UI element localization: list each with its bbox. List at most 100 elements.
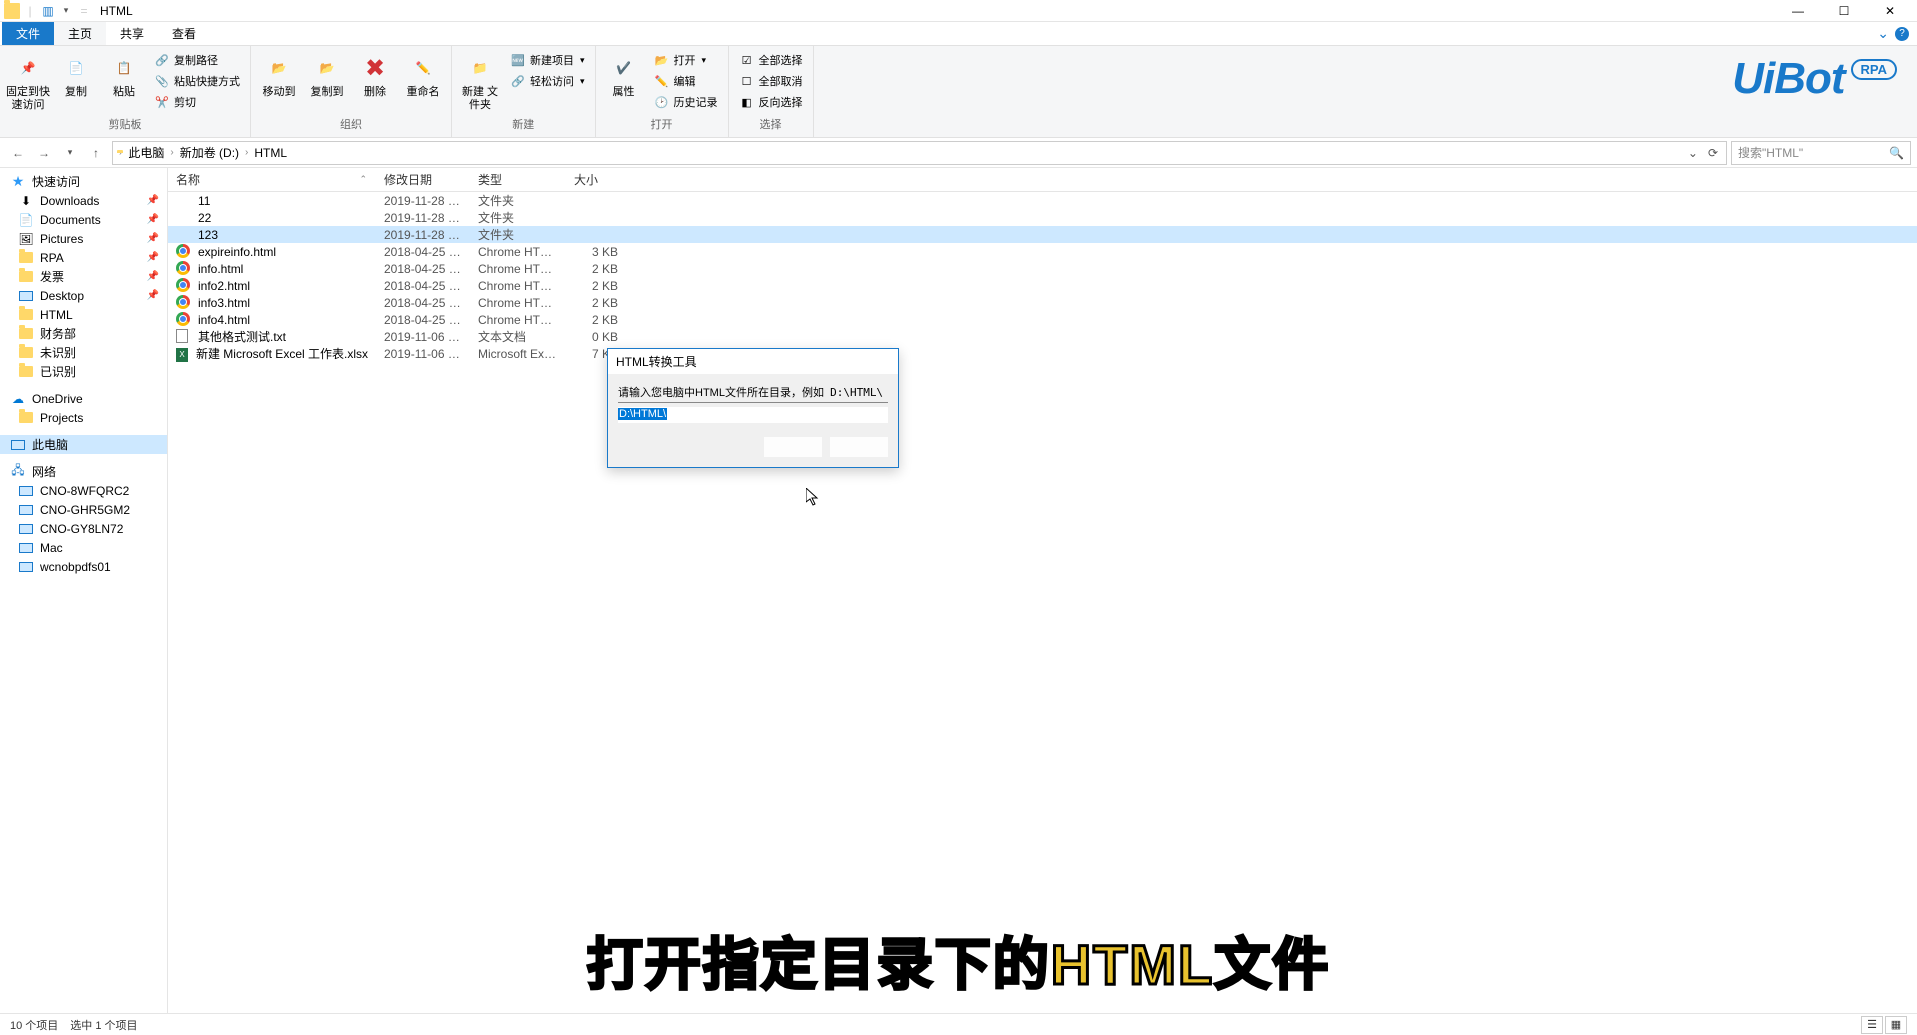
sidebar-item[interactable]: 财务部 bbox=[0, 324, 167, 343]
dialog-input[interactable]: D:\HTML\ bbox=[618, 407, 888, 423]
sidebar-item[interactable]: RPA📌 bbox=[0, 248, 167, 267]
desktop-icon bbox=[18, 288, 34, 304]
invert-selection-button[interactable]: ◧反向选择 bbox=[735, 92, 807, 112]
sidebar-onedrive[interactable]: ☁OneDrive bbox=[0, 389, 167, 408]
chevron-right-icon[interactable]: › bbox=[119, 147, 122, 158]
tab-share[interactable]: 共享 bbox=[106, 22, 158, 45]
pictures-icon: 🖼 bbox=[18, 231, 34, 247]
file-row[interactable]: 其他格式测试.txt2019-11-06 17:10文本文档0 KB bbox=[168, 328, 1917, 345]
sidebar-item[interactable]: CNO-8WFQRC2 bbox=[0, 481, 167, 500]
qat-props-icon[interactable]: ▥ bbox=[40, 3, 56, 19]
file-row[interactable]: 222019-11-28 17:10文件夹 bbox=[168, 209, 1917, 226]
view-icons-button[interactable]: ▦ bbox=[1885, 1016, 1907, 1034]
sidebar-item[interactable]: 发票📌 bbox=[0, 267, 167, 286]
file-row[interactable]: info4.html2018-04-25 15:03Chrome HTML D.… bbox=[168, 311, 1917, 328]
copy-to-button[interactable]: 📂复制到 bbox=[305, 48, 349, 99]
search-input[interactable]: 搜索"HTML" 🔍 bbox=[1731, 141, 1911, 165]
file-row[interactable]: info2.html2018-04-25 15:03Chrome HTML D.… bbox=[168, 277, 1917, 294]
sidebar-item[interactable]: 🖼Pictures📌 bbox=[0, 229, 167, 248]
qat-dropdown-icon[interactable]: ▾ bbox=[58, 3, 74, 19]
sidebar-thispc[interactable]: 此电脑 bbox=[0, 435, 167, 454]
select-none-button[interactable]: ☐全部取消 bbox=[735, 71, 807, 91]
nav-back-button[interactable]: ← bbox=[6, 141, 30, 165]
tab-home[interactable]: 主页 bbox=[54, 22, 106, 45]
sidebar-item[interactable]: CNO-GY8LN72 bbox=[0, 519, 167, 538]
view-details-button[interactable]: ☰ bbox=[1861, 1016, 1883, 1034]
folder-icon bbox=[18, 269, 34, 285]
pin-icon: 📌 bbox=[147, 290, 159, 301]
nav-up-button[interactable]: ↑ bbox=[84, 141, 108, 165]
history-button[interactable]: 🕑历史记录 bbox=[650, 92, 722, 112]
file-icon bbox=[176, 312, 192, 328]
file-icon bbox=[176, 329, 192, 345]
properties-button[interactable]: ✔️属性 bbox=[602, 48, 646, 99]
rename-button[interactable]: ✏️重命名 bbox=[401, 48, 445, 99]
delete-button[interactable]: ✖删除 bbox=[353, 48, 397, 99]
col-date[interactable]: 修改日期 bbox=[376, 168, 470, 191]
breadcrumb[interactable]: › 此电脑 › 新加卷 (D:) › HTML ⌄ ⟳ bbox=[112, 141, 1727, 165]
tab-file[interactable]: 文件 bbox=[2, 22, 54, 45]
move-to-button[interactable]: 📂移动到 bbox=[257, 48, 301, 99]
close-button[interactable]: ✕ bbox=[1867, 0, 1913, 22]
chevron-right-icon[interactable]: › bbox=[245, 147, 248, 158]
pin-quickaccess-button[interactable]: 📌固定到快 速访问 bbox=[6, 48, 50, 112]
file-row[interactable]: 1232019-11-28 17:10文件夹 bbox=[168, 226, 1917, 243]
edit-button[interactable]: ✏️编辑 bbox=[650, 71, 722, 91]
sidebar-item[interactable]: 📄Documents📌 bbox=[0, 210, 167, 229]
folder-icon bbox=[18, 410, 34, 426]
col-size[interactable]: 大小 bbox=[566, 168, 626, 191]
sidebar-item[interactable]: HTML bbox=[0, 305, 167, 324]
sidebar-item[interactable]: Mac bbox=[0, 538, 167, 557]
folder-icon bbox=[18, 364, 34, 380]
breadcrumb-dropdown[interactable]: ⌄ bbox=[1684, 146, 1702, 160]
col-type[interactable]: 类型 bbox=[470, 168, 566, 191]
sidebar-item[interactable]: wcnobpdfs01 bbox=[0, 557, 167, 576]
crumb-folder[interactable]: HTML bbox=[250, 146, 291, 160]
nav-recent-button[interactable]: ▾ bbox=[58, 141, 82, 165]
folder-icon bbox=[18, 345, 34, 361]
cut-button[interactable]: ✂️剪切 bbox=[150, 92, 244, 112]
sidebar-item[interactable]: ⬇Downloads📌 bbox=[0, 191, 167, 210]
sidebar-item[interactable]: CNO-GHR5GM2 bbox=[0, 500, 167, 519]
dialog-cancel-button[interactable] bbox=[830, 437, 888, 457]
col-name[interactable]: 名称⌃ bbox=[168, 168, 376, 191]
minimize-button[interactable]: — bbox=[1775, 0, 1821, 22]
crumb-thispc[interactable]: 此电脑 bbox=[124, 144, 168, 161]
crumb-volume[interactable]: 新加卷 (D:) bbox=[176, 144, 243, 161]
ribbon-help[interactable]: ⌄? bbox=[1877, 22, 1909, 45]
group-clipboard-label: 剪贴板 bbox=[6, 116, 244, 135]
file-row[interactable]: info3.html2018-04-25 15:03Chrome HTML D.… bbox=[168, 294, 1917, 311]
maximize-button[interactable]: ☐ bbox=[1821, 0, 1867, 22]
sidebar-item[interactable]: Desktop📌 bbox=[0, 286, 167, 305]
new-item-button[interactable]: 🆕新建项目▾ bbox=[506, 50, 589, 70]
tab-view[interactable]: 查看 bbox=[158, 22, 210, 45]
easy-access-button[interactable]: 🔗轻松访问▾ bbox=[506, 71, 589, 91]
dialog-ok-button[interactable] bbox=[764, 437, 822, 457]
select-all-button[interactable]: ☑全部选择 bbox=[735, 50, 807, 70]
paste-shortcut-button[interactable]: 📎粘贴快捷方式 bbox=[150, 71, 244, 91]
file-row[interactable]: info.html2018-04-25 15:03Chrome HTML D..… bbox=[168, 260, 1917, 277]
sidebar: ★快速访问 ⬇Downloads📌📄Documents📌🖼Pictures📌RP… bbox=[0, 168, 168, 1013]
sidebar-item[interactable]: 未识别 bbox=[0, 343, 167, 362]
download-icon: ⬇ bbox=[18, 193, 34, 209]
file-row[interactable]: X新建 Microsoft Excel 工作表.xlsx2019-11-06 1… bbox=[168, 345, 1917, 362]
sidebar-item[interactable]: 已识别 bbox=[0, 362, 167, 381]
group-open-label: 打开 bbox=[602, 116, 722, 135]
file-row[interactable]: expireinfo.html2018-04-25 14:49Chrome HT… bbox=[168, 243, 1917, 260]
file-row[interactable]: 112019-11-28 17:10文件夹 bbox=[168, 192, 1917, 209]
ribbon: 📌固定到快 速访问 📄复制 📋粘贴 🔗复制路径 📎粘贴快捷方式 ✂️剪切 剪贴板… bbox=[0, 46, 1917, 138]
computer-icon bbox=[18, 540, 34, 556]
nav-forward-button[interactable]: → bbox=[32, 141, 56, 165]
new-folder-button[interactable]: 📁新建 文件夹 bbox=[458, 48, 502, 112]
sidebar-item[interactable]: Projects bbox=[0, 408, 167, 427]
sidebar-quickaccess[interactable]: ★快速访问 bbox=[0, 172, 167, 191]
paste-button[interactable]: 📋粘贴 bbox=[102, 48, 146, 99]
refresh-button[interactable]: ⟳ bbox=[1704, 146, 1722, 160]
search-placeholder: 搜索"HTML" bbox=[1738, 144, 1803, 161]
open-button[interactable]: 📂打开▾ bbox=[650, 50, 722, 70]
file-icon bbox=[176, 210, 192, 226]
copy-button[interactable]: 📄复制 bbox=[54, 48, 98, 99]
chevron-right-icon[interactable]: › bbox=[170, 147, 173, 158]
sidebar-network[interactable]: 🖧网络 bbox=[0, 462, 167, 481]
copy-path-button[interactable]: 🔗复制路径 bbox=[150, 50, 244, 70]
